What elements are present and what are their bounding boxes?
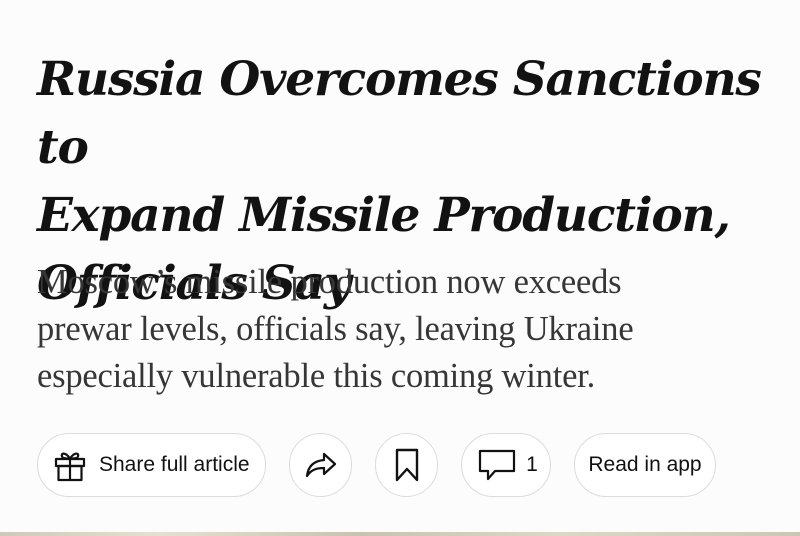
summary-line: prewar levels, officials say, leaving Uk… — [37, 310, 634, 348]
headline-line: Expand Missile Production, — [37, 188, 731, 243]
comment-count: 1 — [526, 453, 538, 476]
summary-line: especially vulnerable this coming winter… — [37, 357, 596, 395]
forward-button[interactable] — [289, 433, 352, 497]
comment-bubble-icon — [478, 448, 516, 482]
article-toolbar: Share full article 1 Read in app — [37, 433, 716, 497]
share-full-article-button[interactable]: Share full article — [37, 433, 266, 497]
forward-arrow-icon — [304, 450, 338, 480]
read-in-app-label: Read in app — [588, 453, 702, 476]
article-summary: Moscow’s missile production now exceeds … — [37, 259, 757, 400]
headline-line: Russia Overcomes Sanctions to — [37, 52, 762, 175]
bookmark-icon — [395, 448, 419, 482]
gift-icon — [52, 447, 88, 483]
share-button-label: Share full article — [99, 453, 250, 476]
summary-line: Moscow’s missile production now exceeds — [37, 263, 622, 301]
next-section-edge — [0, 532, 800, 536]
comments-button[interactable]: 1 — [461, 433, 551, 497]
save-bookmark-button[interactable] — [375, 433, 438, 497]
read-in-app-button[interactable]: Read in app — [574, 433, 716, 497]
